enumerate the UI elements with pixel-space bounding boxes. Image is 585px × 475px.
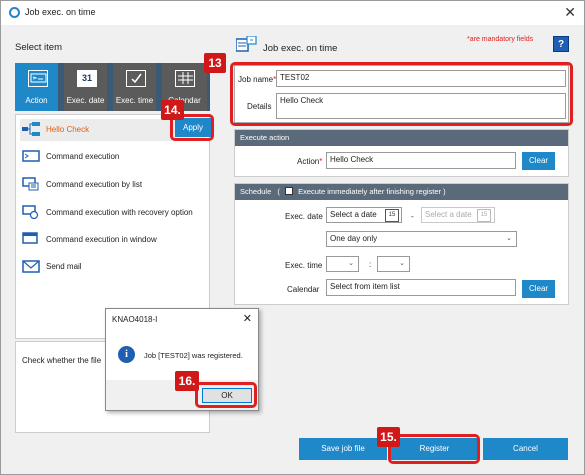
- window-title: Job exec. on time: [25, 7, 96, 17]
- step-badge-14: 14.: [161, 100, 184, 120]
- execute-action-section: Execute action Action* Hello Check Clear: [234, 129, 569, 177]
- tab-action[interactable]: Action: [15, 63, 61, 111]
- step-badge-16: 16.: [175, 371, 199, 391]
- highlight-ok: [195, 382, 257, 408]
- list-item-send-mail[interactable]: Send mail: [20, 256, 206, 278]
- dialog-close-button[interactable]: ✕: [243, 312, 252, 325]
- exec-time-label: Exec. time: [285, 261, 323, 270]
- action-label: Action*: [297, 157, 323, 166]
- execute-immediately-label: Execute immediately after finishing regi…: [298, 187, 442, 196]
- tab-exec-time-label: Exec. time: [115, 96, 154, 105]
- list-item-label: Command execution with recovery option: [46, 208, 193, 217]
- tab-exec-date-label: Exec. date: [66, 96, 105, 105]
- schedule-heading: Schedule ( Execute immediately after fin…: [235, 184, 568, 200]
- right-panel-title: Job exec. on time: [263, 43, 338, 54]
- list-item-label: Command execution: [46, 152, 120, 161]
- execute-immediately-checkbox[interactable]: [284, 187, 293, 195]
- tab-action-label: Action: [25, 96, 48, 105]
- date-to-calendar-icon[interactable]: 15: [477, 209, 491, 222]
- list-item-label: Command execution in window: [46, 235, 157, 244]
- tab-exec-time[interactable]: Exec. time: [113, 63, 159, 111]
- highlight-job-info: [230, 62, 573, 126]
- app-icon: [9, 7, 20, 18]
- repeat-select[interactable]: One day only ⌄: [326, 231, 517, 247]
- action-clear-button[interactable]: Clear: [522, 152, 555, 170]
- chevron-down-icon: ⌄: [399, 260, 405, 267]
- step-badge-15: 15.: [377, 427, 400, 447]
- clock-check-icon: [126, 70, 146, 87]
- cancel-button[interactable]: Cancel: [483, 438, 568, 460]
- info-icon: i: [118, 346, 135, 363]
- command-window-icon: [22, 232, 40, 246]
- date-separator: -: [411, 212, 414, 221]
- save-job-file-button[interactable]: Save job file: [299, 438, 387, 460]
- list-item-command-by-list[interactable]: Command execution by list: [20, 174, 206, 196]
- select-item-heading: Select item: [15, 42, 62, 53]
- list-item-command-window[interactable]: Command execution in window: [20, 229, 206, 251]
- chevron-down-icon: ⌄: [348, 260, 354, 267]
- calendar-label: Calendar: [287, 285, 320, 294]
- list-item-label: Command execution by list: [46, 180, 143, 189]
- dialog-message: Job [TEST02] was registered.: [144, 351, 243, 360]
- item-list: Hello Check Command execution Command ex…: [15, 114, 210, 339]
- execute-action-heading: Execute action: [235, 130, 568, 146]
- highlight-register: [388, 434, 480, 464]
- schedule-section: Schedule ( Execute immediately after fin…: [234, 183, 569, 305]
- tab-exec-date[interactable]: 31 Exec. date: [64, 63, 110, 111]
- mail-icon: [22, 259, 40, 273]
- title-bar: Job exec. on time ✕: [1, 1, 584, 25]
- minute-select[interactable]: ⌄: [377, 256, 410, 272]
- calendar-clear-button[interactable]: Clear: [522, 280, 555, 298]
- required-marker: *: [319, 157, 323, 166]
- calendar-field[interactable]: Select from item list: [326, 279, 516, 296]
- command-recovery-icon: [22, 205, 40, 220]
- job-flow-icon: [22, 122, 40, 136]
- date-from-calendar-icon[interactable]: 15: [385, 209, 399, 222]
- command-list-icon: [22, 177, 40, 191]
- step-badge-13: 13: [204, 53, 226, 73]
- action-field[interactable]: Hello Check: [326, 152, 516, 169]
- chevron-down-icon: ⌄: [506, 235, 512, 242]
- action-icon: [28, 70, 48, 87]
- job-exec-icon: [235, 35, 258, 54]
- window-close-button[interactable]: ✕: [564, 4, 576, 21]
- command-icon: [22, 149, 40, 163]
- time-separator: :: [369, 260, 372, 269]
- item-description: Check whether the file: [22, 356, 102, 365]
- hour-select[interactable]: ⌄: [326, 256, 359, 272]
- job-exec-window: Job exec. on time ✕ Select item Action 3…: [0, 0, 585, 475]
- list-item-label: Send mail: [46, 262, 82, 271]
- help-button[interactable]: ?: [553, 36, 569, 52]
- list-item-command-execution[interactable]: Command execution: [20, 146, 206, 168]
- mandatory-note: *are mandatory fields: [467, 36, 534, 43]
- dialog-title: KNAO4018-I: [112, 315, 158, 324]
- exec-date-label: Exec. date: [285, 212, 323, 221]
- list-item-label: Hello Check: [46, 125, 90, 134]
- calendar-31-icon: 31: [77, 70, 97, 87]
- list-item-command-recovery[interactable]: Command execution with recovery option: [20, 202, 206, 224]
- calendar-grid-icon: [175, 70, 195, 87]
